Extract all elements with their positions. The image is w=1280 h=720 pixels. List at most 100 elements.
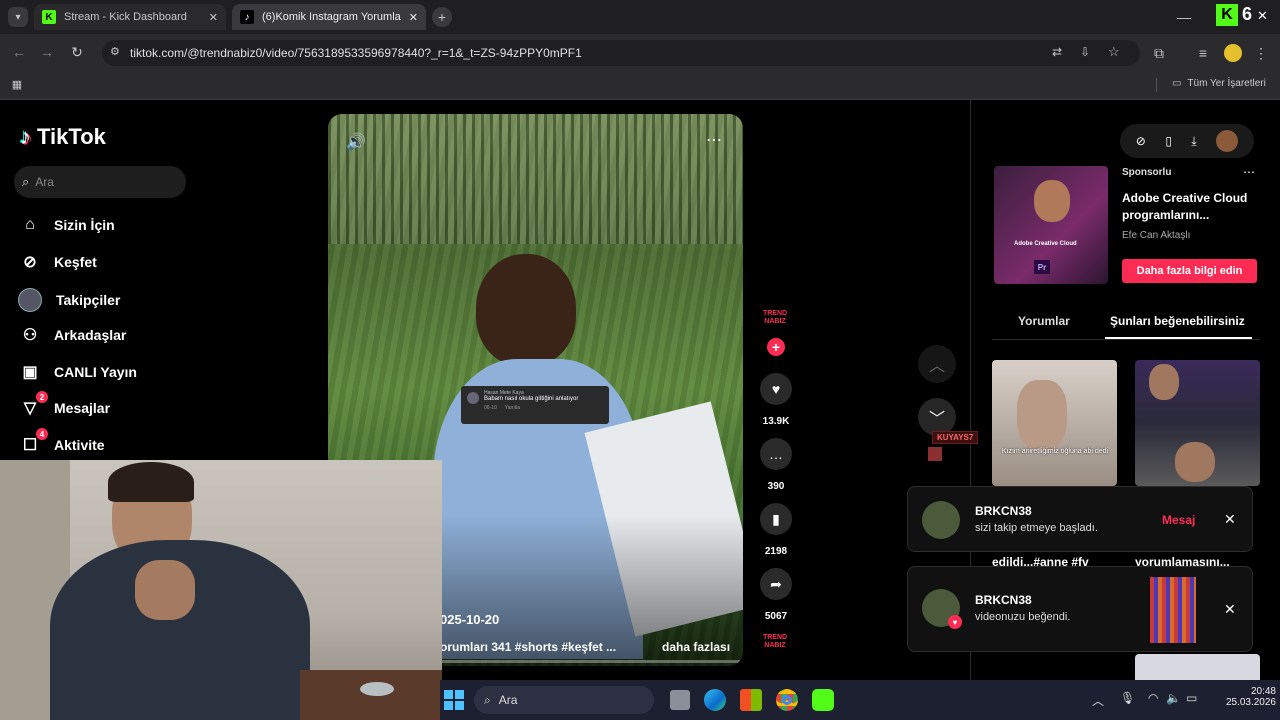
notification-user: BRKCN38 — [975, 593, 1032, 607]
progress-bar[interactable] — [440, 660, 743, 663]
notification-like[interactable]: ♥ BRKCN38 videonuzu beğendi. ✕ — [907, 566, 1253, 652]
music-disc-text: TREND NABIZ — [762, 634, 788, 649]
search-input[interactable]: ⌕ Ara — [14, 166, 186, 198]
extensions-icon[interactable]: ⧉ — [1150, 44, 1168, 62]
edge-icon[interactable] — [704, 689, 726, 711]
nav-canli-yayin[interactable]: ▣ CANLI Yayın — [20, 362, 137, 382]
ad-more-icon[interactable]: ⋯ — [1243, 165, 1255, 179]
bookmark-icon: ▮ — [772, 510, 780, 527]
message-button[interactable]: Mesaj — [1162, 513, 1195, 527]
close-window-icon[interactable]: ✕ — [1257, 8, 1268, 24]
music-disc[interactable]: TREND NABIZ — [757, 634, 793, 660]
avatar — [922, 501, 960, 539]
new-tab-icon[interactable]: + — [432, 7, 452, 27]
bookmarks-bar: ▦ ▭ Tüm Yer İşaretleri — [0, 72, 1280, 100]
follow-button[interactable]: + — [767, 338, 785, 356]
profile-avatar[interactable] — [1224, 44, 1242, 62]
nav-sizin-icin[interactable]: ⌂ Sizin İçin — [20, 215, 115, 235]
more-button[interactable]: daha fazlası — [662, 640, 730, 654]
notification-badge: 2 — [36, 391, 48, 403]
comment-avatar — [467, 392, 479, 404]
nav-label: CANLI Yayın — [54, 364, 137, 380]
forward-icon[interactable]: → — [38, 43, 56, 61]
apps-grid-icon[interactable]: ▦ — [10, 77, 24, 91]
tab-tiktok[interactable]: ♪ (6)Komik Instagram Yorumları v ✕ — [232, 4, 426, 30]
suggestion-card[interactable]: Kızım aniretliğimiz oğluna abi dedi — [992, 360, 1117, 486]
microphone-icon[interactable]: 🎙 — [1120, 691, 1135, 705]
media-icon[interactable]: ≡ — [1194, 44, 1212, 62]
nav-mesajlar[interactable]: ▽ 2 Mesajlar — [20, 391, 110, 418]
prev-video-button[interactable]: ︿ — [918, 345, 956, 383]
close-icon[interactable]: ✕ — [409, 11, 418, 24]
suggestion-card[interactable] — [1135, 360, 1260, 486]
task-view-icon[interactable] — [670, 690, 690, 710]
store-icon[interactable] — [740, 689, 762, 711]
clock-date: 25.03.2026 — [1225, 697, 1276, 708]
minimize-icon[interactable]: — — [1174, 8, 1194, 26]
chevron-up-icon: ︿ — [928, 358, 945, 375]
address-bar[interactable]: ⚙ tiktok.com/@trendnabiz0/video/75631895… — [102, 40, 1140, 66]
like-button[interactable]: ♥ — [760, 373, 792, 405]
nav-label: Sizin İçin — [54, 217, 115, 233]
notification-follow[interactable]: BRKCN38 sizi takip etmeye başladı. Mesaj… — [907, 486, 1253, 552]
close-icon[interactable]: ✕ — [209, 11, 218, 24]
channel-logo-text: TREND NABIZ — [762, 310, 788, 325]
suggestion-card[interactable] — [1135, 654, 1260, 680]
channel-logo[interactable]: TREND NABIZ — [757, 310, 793, 336]
ad-title[interactable]: Adobe Creative Cloud programlarını... — [1122, 190, 1252, 224]
tab-suggestions[interactable]: Şunları beğenebilirsiniz — [1110, 314, 1245, 328]
device-icon[interactable]: ▯ — [1165, 134, 1172, 148]
comment-button[interactable]: … — [760, 438, 792, 470]
tab-search-icon[interactable]: ▾ — [8, 7, 28, 27]
url-text: tiktok.com/@trendnabiz0/video/7563189533… — [130, 46, 582, 60]
folder-icon: ▭ — [1172, 78, 1182, 89]
more-options-icon[interactable]: ⋯ — [706, 130, 722, 150]
tab-comments[interactable]: Yorumlar — [1018, 314, 1070, 328]
volume-icon[interactable]: 🔊 — [346, 132, 366, 152]
tiktok-logo[interactable]: ♪ TikTok — [20, 124, 106, 150]
tab-label: Stream - Kick Dashboard — [64, 11, 187, 23]
search-icon: ⌕ — [22, 174, 30, 189]
share-button[interactable]: ➦ — [760, 568, 792, 600]
install-icon[interactable]: ⇩ — [1080, 45, 1090, 59]
chrome-icon[interactable] — [776, 689, 798, 711]
nav-label: Keşfet — [54, 254, 97, 270]
nav-aktivite[interactable]: ☐ 4 Aktivite — [20, 428, 105, 455]
nav-takipciler[interactable]: Takipçiler — [18, 288, 120, 312]
profile-avatar[interactable] — [1216, 130, 1239, 152]
windows-start-icon[interactable] — [444, 690, 464, 710]
kick-app-icon[interactable] — [812, 689, 834, 711]
all-bookmarks[interactable]: ▭ Tüm Yer İşaretleri — [1172, 78, 1266, 89]
menu-icon[interactable]: ⋮ — [1254, 44, 1268, 62]
tab-kick[interactable]: K Stream - Kick Dashboard ✕ — [34, 4, 226, 30]
suggestion-person — [1017, 380, 1067, 450]
speaker-icon[interactable]: 🔈 — [1166, 691, 1181, 705]
bookmark-star-icon[interactable]: ☆ — [1108, 44, 1120, 60]
chevron-up-icon[interactable]: ︿ — [1092, 692, 1104, 709]
compass-icon[interactable]: ⊘ — [1136, 134, 1146, 148]
back-icon[interactable]: ← — [10, 43, 28, 61]
nav-kesfet[interactable]: ⊘ Keşfet — [20, 252, 97, 272]
reload-icon[interactable]: ↻ — [68, 43, 86, 61]
taskbar-clock[interactable]: 20:48 25.03.2026 — [1216, 686, 1276, 708]
comment-reply: Yanıtla — [504, 405, 520, 411]
battery-icon[interactable]: ▭ — [1186, 691, 1197, 705]
close-icon[interactable]: ✕ — [1224, 511, 1236, 528]
save-button[interactable]: ▮ — [760, 503, 792, 535]
translate-icon[interactable]: ⇄ — [1052, 45, 1062, 59]
ad-cta-button[interactable]: Daha fazla bilgi edin — [1122, 259, 1257, 283]
taskbar-search[interactable]: ⌕ Ara — [474, 686, 654, 714]
nav-arkadaslar[interactable]: ⚇ Arkadaşlar — [20, 325, 127, 345]
streamer-hair — [108, 462, 194, 502]
webcam-overlay — [0, 460, 442, 720]
download-icon[interactable]: ⤓ — [1191, 134, 1196, 149]
overlay-thumb — [928, 447, 942, 461]
like-count: 13.9K — [762, 416, 790, 427]
browser-tab-bar: ▾ K Stream - Kick Dashboard ✕ ♪ (6)Komik… — [0, 0, 1280, 34]
ad-author[interactable]: Efe Can Aktaşlı — [1122, 230, 1190, 241]
close-icon[interactable]: ✕ — [1224, 601, 1236, 618]
site-info-icon[interactable]: ⚙ — [110, 45, 120, 58]
tab-label: (6)Komik Instagram Yorumları v — [262, 11, 401, 23]
ad-thumbnail[interactable]: Adobe Creative Cloud Pr — [994, 166, 1108, 284]
wifi-icon[interactable]: ◠ — [1148, 691, 1158, 705]
